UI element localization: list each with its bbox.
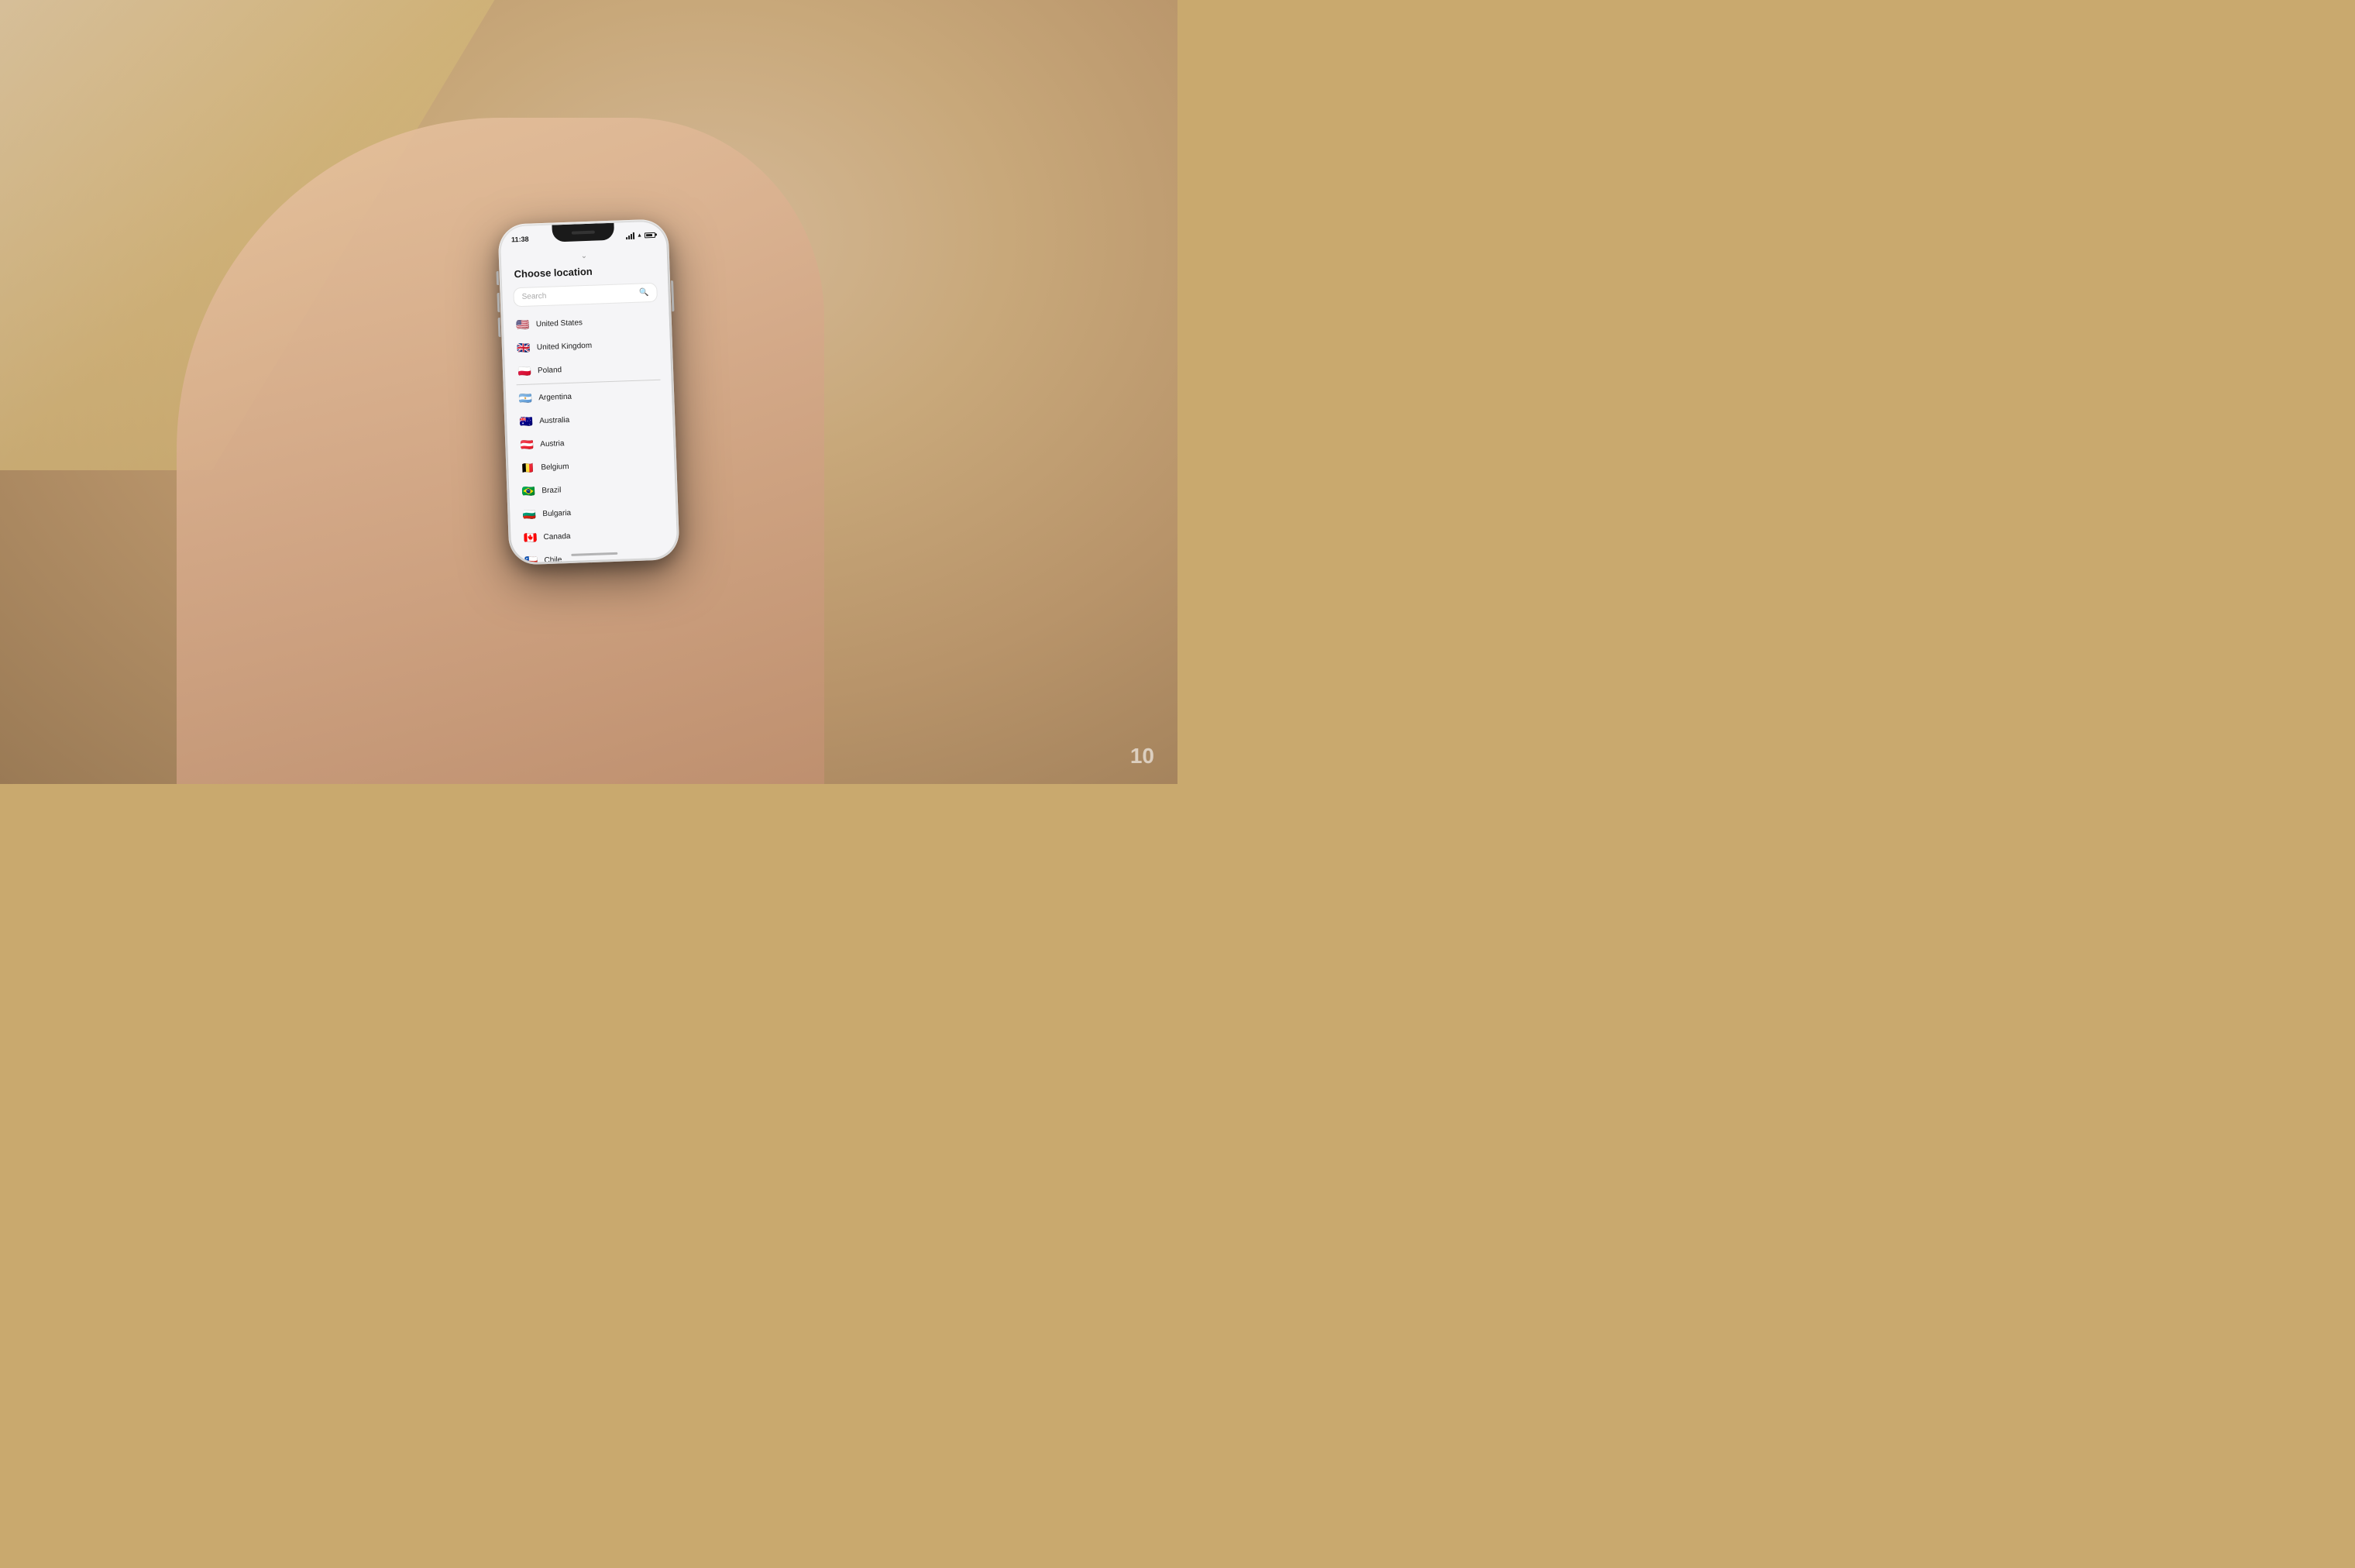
flag-canada: 🇨🇦 [523, 530, 538, 545]
search-input[interactable]: Search [521, 289, 634, 301]
signal-bar-3 [631, 233, 632, 239]
country-name-poland: Poland [538, 366, 562, 375]
notch [552, 223, 614, 242]
all-countries-list: 🇦🇷 Argentina 🇦🇺 Australia 🇦🇹 Austria 🇧🇪 … [506, 381, 678, 562]
country-name-argentina: Argentina [538, 392, 572, 401]
volume-down-button[interactable] [498, 318, 501, 337]
flag-argentina: 🇦🇷 [518, 391, 533, 406]
flag-belgium: 🇧🇪 [521, 460, 535, 475]
search-icon: 🔍 [639, 288, 649, 297]
speaker [572, 231, 595, 235]
phone-device: 11:38 ▲ ⌄ [497, 218, 679, 565]
flag-bulgaria: 🇧🇬 [522, 507, 537, 521]
pinned-countries-list: 🇺🇸 United States 🇬🇧 United Kingdom 🇵🇱 Po… [503, 308, 671, 383]
phone-screen: 11:38 ▲ ⌄ [500, 221, 677, 562]
status-time: 11:38 [511, 236, 529, 244]
flag-austria: 🇦🇹 [520, 438, 535, 452]
flag-poland: 🇵🇱 [517, 364, 532, 379]
flag-chile: 🇨🇱 [524, 553, 538, 562]
signal-bar-2 [628, 236, 630, 239]
country-name-canada: Canada [543, 531, 570, 541]
volume-up-button[interactable] [497, 293, 500, 312]
signal-bars [626, 232, 634, 239]
country-name-chile: Chile [544, 555, 562, 563]
battery-icon [645, 232, 655, 237]
signal-bar-4 [633, 232, 634, 239]
search-bar[interactable]: Search 🔍 [513, 283, 658, 307]
status-icons: ▲ [626, 231, 655, 239]
flag-united-states: 🇺🇸 [516, 318, 531, 332]
flag-brazil: 🇧🇷 [521, 483, 536, 498]
flag-australia: 🇦🇺 [519, 414, 534, 429]
page-title: Choose location [514, 266, 593, 280]
list-item[interactable]: 🇵🇱 Poland [504, 354, 671, 383]
battery-fill [646, 234, 652, 236]
signal-bar-1 [626, 237, 627, 239]
hand-area [177, 118, 824, 784]
country-name-united-states: United States [536, 318, 583, 328]
country-name-brazil: Brazil [541, 486, 561, 495]
country-name-united-kingdom: United Kingdom [537, 341, 592, 351]
country-name-bulgaria: Bulgaria [542, 508, 571, 518]
silent-switch[interactable] [496, 271, 499, 285]
watermark: 10 [1130, 744, 1154, 769]
wifi-icon: ▲ [637, 232, 642, 238]
country-name-belgium: Belgium [541, 462, 569, 471]
flag-united-kingdom: 🇬🇧 [517, 341, 531, 356]
country-name-austria: Austria [540, 439, 564, 449]
country-name-australia: Australia [539, 415, 569, 425]
chevron-down-icon[interactable]: ⌄ [580, 252, 587, 260]
phone-outer-shell: 11:38 ▲ ⌄ [497, 218, 679, 565]
screen-content: ⌄ Choose location Search 🔍 🇺🇸 United Sta… [500, 242, 677, 562]
